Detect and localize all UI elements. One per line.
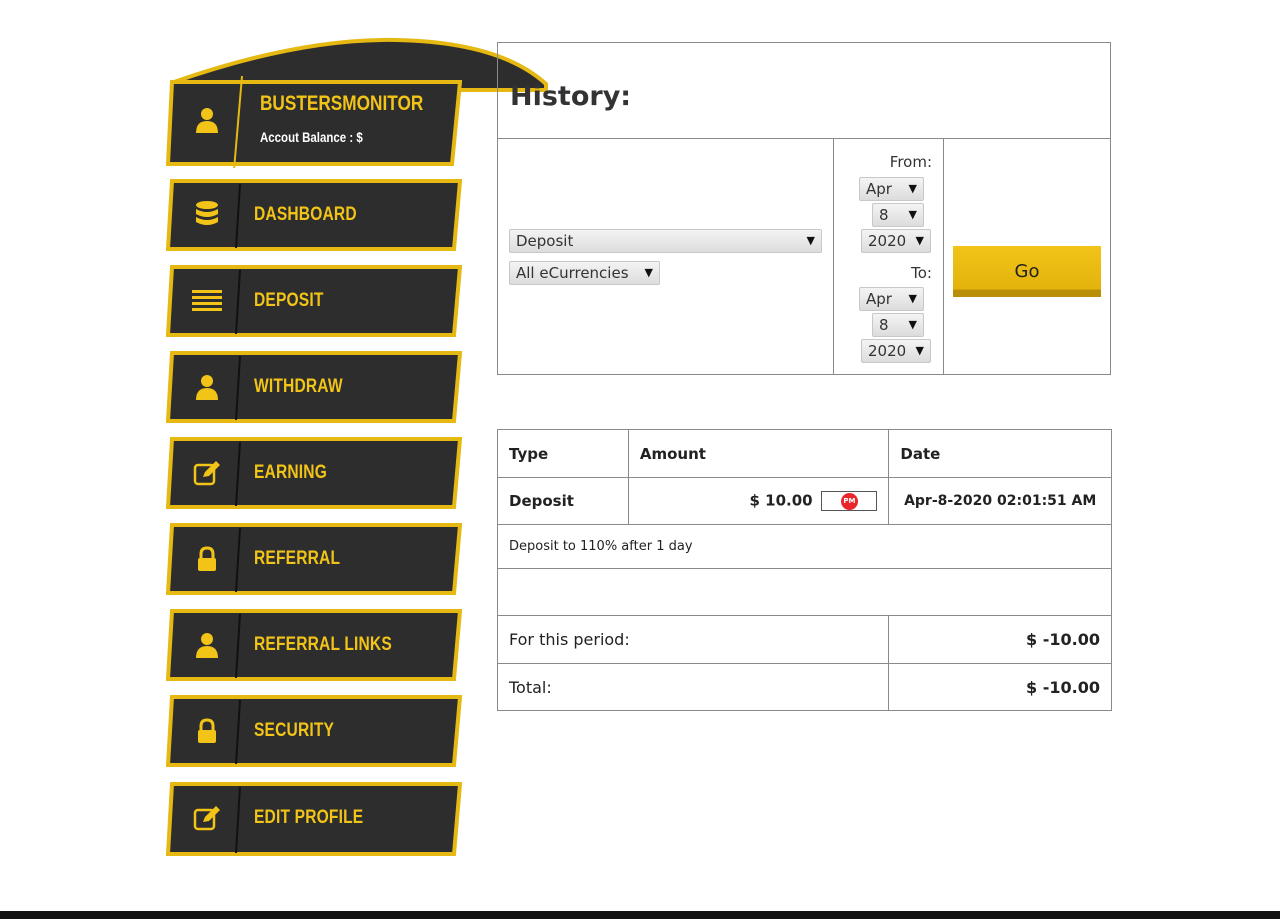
sidebar-item-deposit[interactable]: DEPOSIT [166,264,462,338]
from-day-value: 8 [879,206,889,224]
edit-icon [190,804,224,832]
to-month-value: Apr [866,290,892,308]
chevron-down-icon: ▼ [908,208,917,221]
to-label: To: [911,264,932,282]
header-date: Date [888,429,1112,478]
chevron-down-icon: ▼ [806,234,815,247]
sidebar-item-withdraw[interactable]: WITHDRAW [166,350,462,424]
sidebar: BUSTERSMONITOR Accout Balance : $ DASHBO… [0,0,548,919]
bottom-bar [0,911,1280,919]
transaction-type-select[interactable]: Deposit ▼ [509,229,822,253]
chevron-down-icon: ▼ [908,292,917,305]
from-day-select[interactable]: 8 ▼ [872,203,924,227]
row-description: Deposit to 110% after 1 day [497,524,1112,569]
perfect-money-badge: PM [821,491,878,511]
chevron-down-icon: ▼ [915,344,924,357]
period-value: $ -10.00 [888,615,1112,664]
total-row: Total: $ -10.00 [496,663,1112,711]
sidebar-item-label: REFERRAL [254,548,341,569]
total-label: Total: [496,663,890,711]
history-filter-panel: History: Deposit ▼ All eCurrencies ▼ Fro… [497,42,1111,375]
sidebar-item-label: WITHDRAW [254,376,343,397]
from-label: From: [889,153,932,171]
sidebar-item-label: SECURITY [254,720,335,741]
profile-username: BUSTERSMONITOR [260,92,424,115]
sidebar-item-dashboard[interactable]: DASHBOARD [166,178,462,252]
sidebar-item-label: DEPOSIT [254,290,324,311]
header-amount: Amount [627,429,890,478]
lock-icon [190,545,224,573]
empty-cell [497,568,1112,616]
header-type: Type [497,429,629,478]
sidebar-item-label: EARNING [254,462,327,483]
sidebar-item-earning[interactable]: EARNING [166,436,462,510]
chevron-down-icon: ▼ [915,234,924,247]
divider [498,138,1110,139]
currency-value: All eCurrencies [516,264,629,282]
from-month-value: Apr [866,180,892,198]
period-row: For this period: $ -10.00 [496,615,1112,664]
page-title: History: [510,81,632,112]
history-table: Type Amount Date Deposit $ 10.00 PM Apr-… [496,429,1112,711]
user-icon [190,631,224,659]
chevron-down-icon: ▼ [644,266,653,279]
row-type: Deposit [497,477,629,525]
sidebar-item-referral[interactable]: REFERRAL [166,522,462,596]
transaction-type-value: Deposit [516,232,574,250]
sidebar-item-label: DASHBOARD [254,204,357,225]
user-icon [190,106,224,134]
edit-icon [190,459,224,487]
go-button[interactable]: Go [953,246,1101,297]
account-balance: Accout Balance : $ [260,129,363,145]
to-day-value: 8 [879,316,889,334]
row-amount-cell: $ 10.00 PM [627,477,890,525]
chevron-down-icon: ▼ [908,318,917,331]
sidebar-item-label: EDIT PROFILE [254,807,364,828]
from-month-select[interactable]: Apr ▼ [859,177,924,201]
chevron-down-icon: ▼ [908,182,917,195]
to-year-select[interactable]: 2020 ▼ [861,339,931,363]
pm-logo-icon: PM [840,492,858,510]
divider [833,138,834,375]
divider [943,138,944,375]
row-date: Apr-8-2020 02:01:51 AM [888,477,1112,525]
lock-icon [190,717,224,745]
to-year-value: 2020 [868,342,907,360]
table-row-description: Deposit to 110% after 1 day [497,524,1112,569]
to-day-select[interactable]: 8 ▼ [872,313,924,337]
row-amount: $ 10.00 [749,491,813,510]
sidebar-item-security[interactable]: SECURITY [166,694,462,768]
currency-select[interactable]: All eCurrencies ▼ [509,261,660,285]
period-label: For this period: [496,615,890,664]
profile-card: BUSTERSMONITOR Accout Balance : $ [166,76,462,168]
table-spacer-row [497,568,1112,616]
user-icon [190,373,224,401]
from-year-select[interactable]: 2020 ▼ [861,229,931,253]
table-header-row: Type Amount Date [497,429,1112,478]
table-row: Deposit $ 10.00 PM Apr-8-2020 02:01:51 A… [497,477,1112,525]
from-year-value: 2020 [868,232,907,250]
list-icon [190,287,224,315]
database-icon [190,201,224,229]
total-value: $ -10.00 [888,663,1112,711]
sidebar-item-label: REFERRAL LINKS [254,634,392,655]
sidebar-item-edit-profile[interactable]: EDIT PROFILE [166,781,462,856]
to-month-select[interactable]: Apr ▼ [859,287,924,311]
sidebar-item-referral-links[interactable]: REFERRAL LINKS [166,608,462,682]
